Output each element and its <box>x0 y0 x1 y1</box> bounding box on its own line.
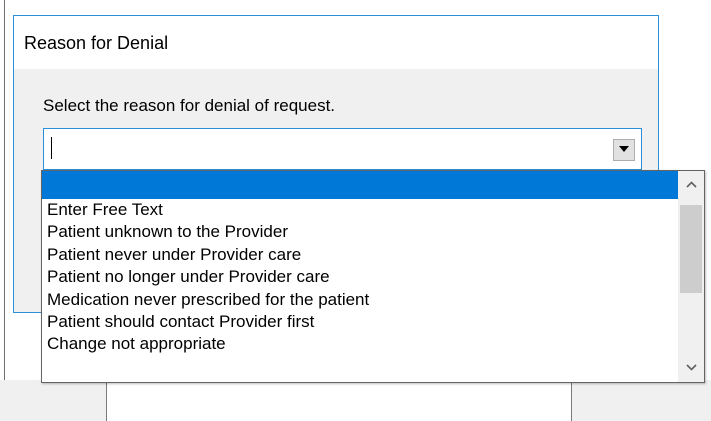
denial-reason-dropdown-list[interactable]: Enter Free Text Patient unknown to the P… <box>41 170 705 383</box>
vertical-scrollbar[interactable] <box>678 171 704 382</box>
dialog-title: Reason for Denial <box>24 33 169 53</box>
text-caret <box>51 137 52 159</box>
dropdown-items: Enter Free Text Patient unknown to the P… <box>42 171 678 382</box>
combobox-dropdown-button[interactable] <box>613 139 635 161</box>
chevron-down-icon <box>686 364 697 371</box>
list-item[interactable]: Medication never prescribed for the pati… <box>42 289 678 311</box>
list-item[interactable]: Patient never under Provider care <box>42 244 678 266</box>
instruction-label: Select the reason for denial of request. <box>43 96 336 115</box>
denial-reason-combobox[interactable] <box>43 128 642 170</box>
list-item[interactable]: Patient no longer under Provider care <box>42 266 678 288</box>
background-text-field <box>106 380 572 421</box>
list-item[interactable]: Patient unknown to the Provider <box>42 221 678 243</box>
list-item[interactable]: Patient should contact Provider first <box>42 311 678 333</box>
list-item[interactable] <box>42 171 678 199</box>
scroll-up-button[interactable] <box>678 171 704 199</box>
chevron-up-icon <box>686 181 697 188</box>
dialog-titlebar[interactable]: Reason for Denial <box>14 16 658 69</box>
screen: Reason for Denial Select the reason for … <box>0 0 711 421</box>
list-item[interactable]: Enter Free Text <box>42 199 678 221</box>
background-window-edge <box>4 0 5 421</box>
scroll-thumb[interactable] <box>680 205 702 293</box>
list-item[interactable]: Change not appropriate <box>42 333 678 355</box>
chevron-down-icon <box>619 146 629 152</box>
scroll-down-button[interactable] <box>678 354 704 382</box>
